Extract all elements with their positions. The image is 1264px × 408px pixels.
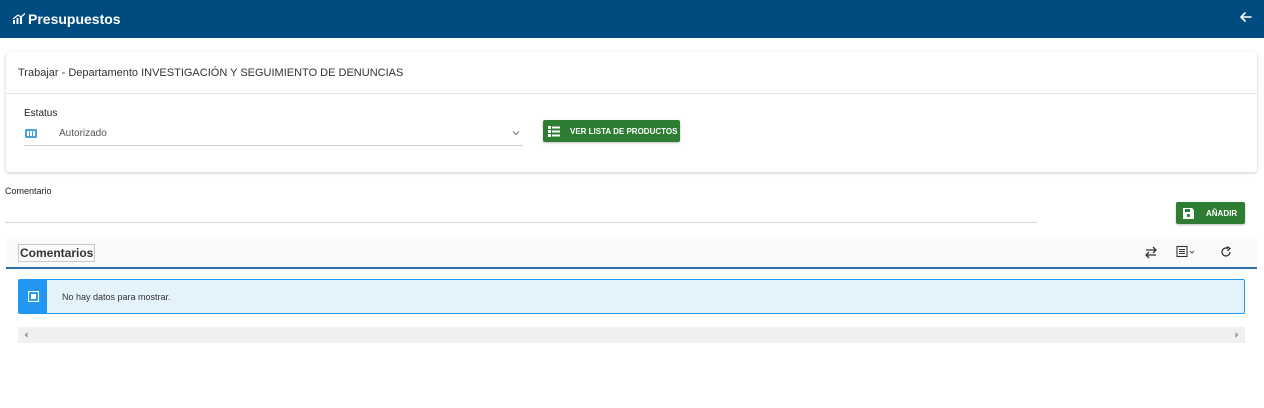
column-chooser-icon[interactable] — [1176, 245, 1198, 259]
chevron-down-icon — [512, 131, 520, 136]
card-header: Trabajar - Departamento INVESTIGACIÓN Y … — [6, 52, 1257, 94]
grid-title: Comentarios — [18, 244, 96, 262]
department-title: Trabajar - Departamento INVESTIGACIÓN Y … — [18, 66, 404, 79]
swap-icon[interactable] — [1144, 245, 1158, 259]
info-icon-wrap — [19, 280, 47, 313]
empty-state: No hay datos para mostrar. — [18, 279, 1245, 314]
comment-input[interactable] — [5, 222, 1037, 223]
status-select[interactable]: Autorizado — [24, 122, 523, 146]
add-comment-button[interactable]: AÑADIR — [1176, 202, 1245, 224]
scroll-left-icon[interactable] — [22, 331, 30, 339]
horizontal-scrollbar[interactable] — [18, 327, 1245, 343]
comment-label: Comentario — [5, 186, 52, 196]
app-header: Presupuestos — [0, 0, 1264, 38]
status-list-icon — [25, 129, 37, 138]
list-icon — [548, 125, 560, 137]
info-icon — [27, 291, 39, 302]
scroll-right-icon[interactable] — [1233, 331, 1241, 339]
work-card: Trabajar - Departamento INVESTIGACIÓN Y … — [6, 52, 1257, 172]
empty-message: No hay datos para mostrar. — [62, 291, 171, 302]
arrow-left-icon[interactable] — [1238, 9, 1254, 25]
view-products-button[interactable]: VER LISTA DE PRODUCTOS — [543, 120, 680, 142]
status-value: Autorizado — [59, 128, 107, 139]
grid-toolbar: Comentarios — [6, 237, 1257, 269]
app-title: Presupuestos — [28, 11, 121, 27]
save-icon — [1183, 207, 1194, 219]
chart-trend-icon — [12, 13, 26, 24]
view-products-label: VER LISTA DE PRODUCTOS — [570, 126, 678, 136]
app-brand: Presupuestos — [12, 11, 121, 27]
status-label: Estatus — [24, 108, 58, 119]
add-comment-label: AÑADIR — [1206, 208, 1238, 218]
refresh-icon[interactable] — [1219, 245, 1233, 259]
